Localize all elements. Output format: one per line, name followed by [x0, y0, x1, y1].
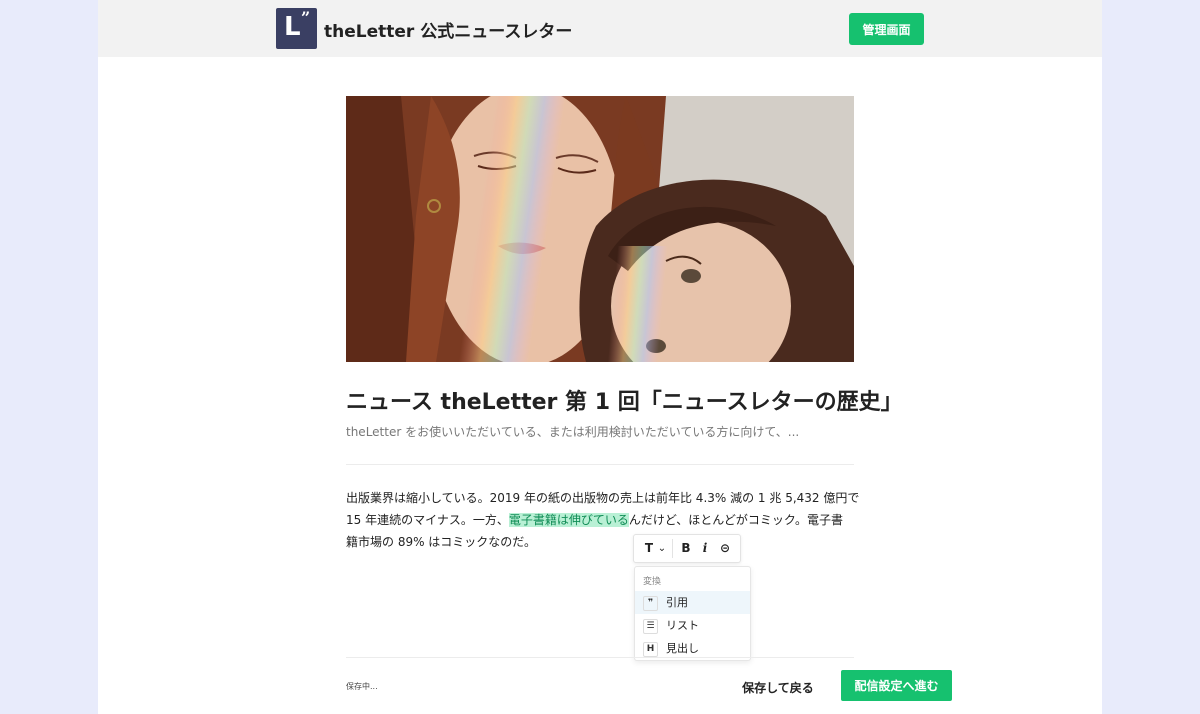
- convert-menu-heading: 変換: [643, 577, 662, 587]
- menu-item-quote[interactable]: ❞ 引用: [635, 591, 750, 614]
- article-body[interactable]: 出版業界は縮小している。2019 年の紙の出版物の売上は前年比 4.3% 減の …: [346, 487, 860, 553]
- footer-divider: [346, 657, 854, 658]
- save-status: 保存中...: [346, 682, 378, 691]
- list-icon: ☰: [643, 619, 658, 634]
- link-icon[interactable]: ⊝: [716, 535, 734, 562]
- save-and-back-button[interactable]: 保存して戻る: [735, 672, 821, 702]
- newsletter-title[interactable]: theLetter 公式ニュースレター: [324, 17, 572, 42]
- italic-button[interactable]: i: [698, 535, 712, 562]
- bold-button[interactable]: B: [678, 535, 694, 562]
- logo[interactable]: L ”: [276, 8, 317, 49]
- proceed-to-delivery-settings-button[interactable]: 配信設定へ進む: [841, 670, 952, 701]
- body-line: 15 年連続のマイナス。一方、電子書籍は伸びているんだけど、ほとんどがコミック。…: [346, 509, 854, 531]
- selected-text-highlight[interactable]: 電子書籍は伸びている: [508, 513, 629, 527]
- format-toolbar: T ⌄ B i ⊝: [633, 534, 741, 563]
- admin-button[interactable]: 管理画面: [849, 13, 924, 45]
- body-line: 出版業界は縮小している。2019 年の紙の出版物の売上は前年比 4.3% 減の …: [346, 491, 860, 505]
- logo-letter-l: L: [284, 12, 301, 42]
- page: L ” theLetter 公式ニュースレター 管理画面 ニュース theLet…: [98, 0, 1102, 714]
- logo-quote-mark: ”: [301, 8, 311, 27]
- body-line: 籍市場の 89% はコミックなのだ。: [346, 535, 536, 549]
- body-text-segment: んだけど、ほとんどがコミック。電子書: [628, 513, 843, 527]
- cover-photo-illustration: [346, 96, 854, 362]
- toolbar-divider: [672, 539, 673, 558]
- body-text-segment: 15 年連続のマイナス。一方、: [346, 513, 509, 527]
- chevron-down-icon[interactable]: ⌄: [656, 535, 668, 562]
- menu-item-list[interactable]: ☰ リスト: [635, 614, 750, 637]
- convert-menu: 変換 ❞ 引用 ☰ リスト H 見出し: [634, 566, 751, 661]
- article-title[interactable]: ニュース theLetter 第 1 回「ニュースレターの歴史」: [346, 384, 906, 416]
- header-divider: [346, 464, 854, 465]
- heading-icon: H: [643, 642, 658, 657]
- menu-item-label: リスト: [666, 619, 699, 632]
- header-bar: L ” theLetter 公式ニュースレター 管理画面: [98, 0, 1102, 57]
- menu-item-label: 引用: [666, 596, 688, 609]
- quote-icon: ❞: [643, 596, 658, 611]
- cover-image[interactable]: [346, 96, 854, 362]
- article-subtitle[interactable]: theLetter をお使いいただいている、または利用検討いただいている方に向け…: [346, 423, 866, 440]
